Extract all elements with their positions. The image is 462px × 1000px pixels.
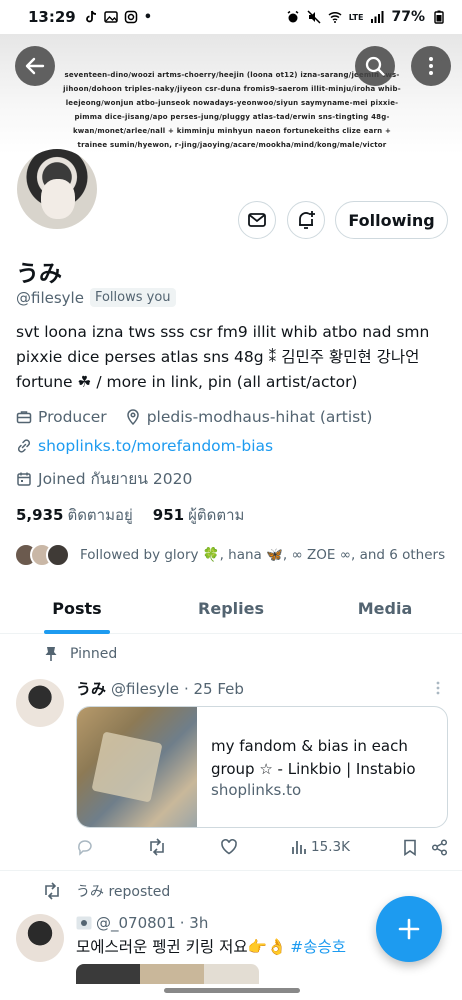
tab-replies[interactable]: Replies <box>154 584 308 633</box>
link-preview-image <box>77 707 197 827</box>
search-icon <box>365 56 385 76</box>
followers-label: ผู้ติดตาม <box>188 506 245 524</box>
following-button[interactable]: Following <box>335 201 448 239</box>
alarm-icon <box>287 10 299 23</box>
link-preview-card[interactable]: my fandom & bias in each group ☆ - Linkb… <box>76 706 448 828</box>
pinned-label: Pinned <box>70 646 118 662</box>
following-count: 5,935 <box>16 506 64 524</box>
like-button[interactable] <box>220 838 238 856</box>
repost-icon <box>150 838 164 856</box>
bookmark-icon[interactable] <box>403 839 417 856</box>
meta-link-row: shoplinks.to/morefandom-bias <box>16 437 273 455</box>
reply-button[interactable] <box>76 838 94 856</box>
post-author-name[interactable]: うみ <box>76 678 106 699</box>
followed-by-row[interactable]: Followed by glory 🍀, hana 🦋, ∞ ZOE ∞, an… <box>14 543 445 567</box>
mail-icon <box>248 213 266 227</box>
handle-row: @filesyle Follows you <box>16 288 176 307</box>
profile-tabs: Posts Replies Media <box>0 584 462 634</box>
profile-website-link[interactable]: shoplinks.to/morefandom-bias <box>38 437 273 455</box>
share-icon[interactable] <box>431 838 448 856</box>
gallery-icon <box>104 11 118 23</box>
profile-name: うみ <box>16 261 62 287</box>
link-icon <box>17 439 31 453</box>
divider <box>0 870 462 871</box>
notification-subscribe-button[interactable] <box>287 201 325 239</box>
avatar[interactable] <box>16 679 64 727</box>
more-vertical-icon <box>429 57 433 75</box>
banner-text: seventeen-dino/woozi artms-choerry/heeji… <box>63 71 401 149</box>
heart-icon <box>221 838 237 855</box>
status-bar: 13:29 • LTE 77% <box>0 0 462 34</box>
calendar-icon <box>17 472 31 486</box>
follow-counts: 5,935 ติดตามอยู่ 951 ผู้ติดตาม <box>16 503 244 527</box>
eye-emoji-icon <box>76 916 92 930</box>
hashtag-link[interactable]: #송승호 <box>290 935 346 957</box>
profile-handle: @filesyle <box>16 288 84 307</box>
mute-icon <box>307 10 321 24</box>
post-date: · 25 Feb <box>183 679 244 698</box>
status-time: 13:29 <box>28 8 76 26</box>
meta-joined-row: Joined กันยายน 2020 <box>16 466 192 491</box>
repost-time: · 3h <box>179 914 209 932</box>
tiktok-icon <box>85 10 96 23</box>
battery-icon <box>434 10 444 24</box>
link-preview-title: my fandom & bias in each group ☆ - Linkb… <box>211 737 416 778</box>
back-button[interactable] <box>15 46 55 86</box>
avatar[interactable] <box>16 914 64 962</box>
followed-by-text: Followed by glory 🍀, hana 🦋, ∞ ZOE ∞, an… <box>80 547 446 563</box>
briefcase-icon <box>16 411 32 424</box>
reply-icon <box>78 840 92 856</box>
views-count: 15.3K <box>311 839 350 855</box>
arrow-left-icon <box>25 57 45 75</box>
repost-author-handle[interactable]: @_070801 <box>96 914 176 932</box>
network-label: LTE <box>348 12 364 22</box>
profile-category: Producer <box>38 408 107 426</box>
avatar <box>46 543 70 567</box>
more-vertical-icon <box>436 681 440 695</box>
followers-count: 951 <box>152 506 185 524</box>
repost-post-text: 모에스러운 펭귄 키링 저요👉👌 #송승호 <box>76 935 346 957</box>
pinned-indicator: Pinned <box>44 646 117 662</box>
repost-icon <box>45 882 59 900</box>
tab-posts[interactable]: Posts <box>0 584 154 634</box>
wifi-icon <box>328 11 342 23</box>
post-actions: 15.3K <box>76 838 448 856</box>
profile-joined-date: Joined กันยายน 2020 <box>38 470 193 488</box>
pinned-post-header: うみ @filesyle · 25 Feb <box>76 678 244 699</box>
profile-location: pledis-modhaus-hihat (artist) <box>146 408 373 426</box>
post-author-handle: @filesyle <box>111 679 179 698</box>
notification-dot-icon: • <box>143 9 153 25</box>
bell-plus-icon <box>299 211 315 229</box>
repost-button[interactable] <box>147 838 167 856</box>
pin-icon <box>45 647 57 661</box>
repost-post-header: @_070801 · 3h <box>76 914 208 932</box>
post-media-preview[interactable] <box>76 964 259 984</box>
plus-icon <box>398 918 420 940</box>
bar-chart-icon <box>292 841 306 854</box>
signal-icon <box>371 11 384 23</box>
profile-avatar[interactable] <box>14 146 100 232</box>
following-label: ติดตามอยู่ <box>67 506 133 524</box>
more-options-button[interactable] <box>411 46 451 86</box>
tab-media[interactable]: Media <box>308 584 462 633</box>
views-button[interactable]: 15.3K <box>291 839 350 855</box>
link-preview-url: shoplinks.to <box>211 781 302 799</box>
battery-level: 77% <box>391 9 425 25</box>
follows-you-badge: Follows you <box>89 288 176 307</box>
repost-indicator: うみ reposted <box>42 881 170 901</box>
message-button[interactable] <box>238 201 276 239</box>
home-indicator[interactable] <box>164 988 300 993</box>
following-count-link[interactable]: 5,935 ติดตามอยู่ <box>16 503 133 527</box>
search-button[interactable] <box>355 46 395 86</box>
post-more-button[interactable] <box>434 680 442 700</box>
instagram-icon <box>124 10 137 24</box>
followers-count-link[interactable]: 951 ผู้ติดตาม <box>153 503 245 527</box>
repost-text: 모에스러운 펭귄 키링 저요👉👌 <box>76 938 287 956</box>
profile-banner[interactable]: seventeen-dino/woozi artms-choerry/heeji… <box>0 34 462 154</box>
meta-category-location: Producer pledis-modhaus-hihat (artist) <box>16 408 372 426</box>
profile-bio: svt loona izna tws sss csr fm9 illit whi… <box>16 323 430 391</box>
compose-post-button[interactable] <box>376 896 442 962</box>
location-pin-icon <box>126 409 139 425</box>
repost-label: うみ reposted <box>76 884 171 900</box>
